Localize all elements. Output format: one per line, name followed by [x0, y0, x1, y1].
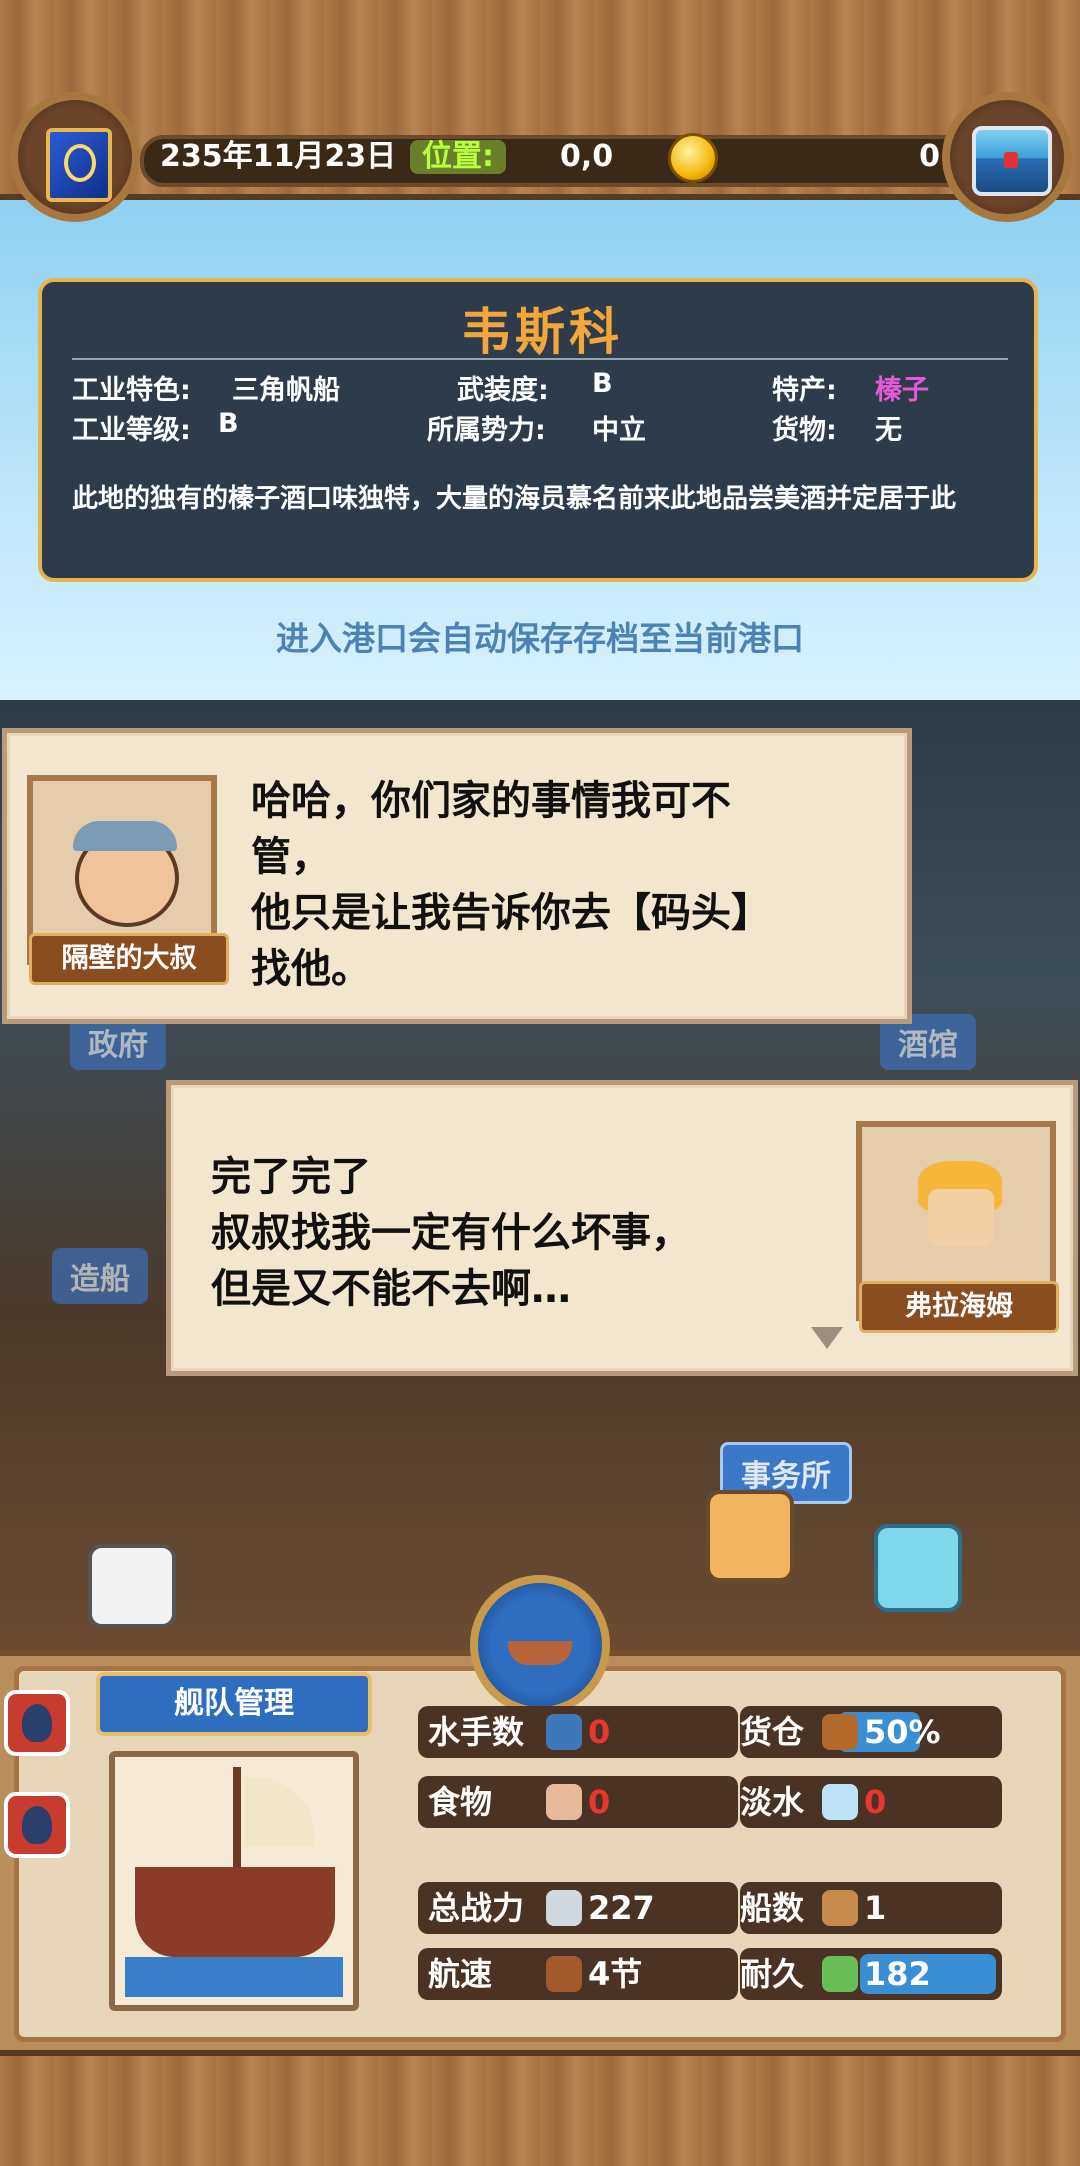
cargo-label: 货物:: [772, 415, 837, 446]
specialty-value: 榛子: [875, 375, 929, 406]
dialog-box-frahaim[interactable]: 完了完了 叔叔找我一定有什么坏事， 但是又不能不去啊… 弗拉海姆: [166, 1080, 1078, 1376]
speaker-nameplate-frahaim: 弗拉海姆: [859, 1281, 1059, 1333]
food-value: 0: [588, 1783, 611, 1821]
book-icon: [46, 128, 112, 202]
cargo-value: 无: [875, 415, 902, 446]
armament-label: 武装度:: [457, 375, 549, 406]
durability-label: 耐久: [740, 1955, 805, 1993]
sail-icon: [245, 1777, 315, 1847]
white-cube-pet[interactable]: [88, 1544, 176, 1628]
industry-feature-value: 三角帆船: [232, 375, 340, 406]
faction-value: 中立: [592, 415, 646, 446]
position-value: 0,0: [560, 139, 614, 174]
speed-stat: 航速 4节: [418, 1948, 738, 2000]
sailboat-icon: [546, 1956, 582, 1992]
sea-wave-icon: [125, 1957, 343, 1997]
hero-face-icon: [928, 1189, 994, 1247]
blue-cat-pet[interactable]: [874, 1524, 962, 1612]
water-value: 0: [864, 1783, 887, 1821]
industry-level-value: B: [218, 408, 239, 439]
cargo-hold-label: 货仓: [740, 1713, 805, 1751]
sailors-stat: 水手数 0: [418, 1706, 738, 1758]
cargo-value: 50%: [864, 1713, 941, 1751]
crew-alert-button[interactable]: [4, 1690, 70, 1756]
cargo-stat: 货仓 50%: [740, 1706, 1002, 1758]
sailors-label: 水手数: [428, 1713, 525, 1751]
position-label: 位置:: [410, 140, 506, 174]
continue-arrow-icon[interactable]: [811, 1327, 843, 1349]
specialty-label: 特产:: [772, 375, 837, 406]
bottom-wood-frame: [0, 2050, 1080, 2166]
ship-count-stat: 船数 1: [740, 1882, 1002, 1934]
wreath-icon: [822, 1956, 858, 1992]
meat-icon: [546, 1784, 582, 1820]
crossed-swords-icon: [546, 1890, 582, 1926]
port-description: 此地的独有的榛子酒口味独特，大量的海员慕名前来此地品尝美酒并定居于此: [72, 484, 957, 514]
ship-illustration[interactable]: [109, 1751, 359, 2011]
gold-coin-icon: [668, 133, 718, 183]
speed-value: 4节: [588, 1955, 643, 1993]
sailor-icon: [546, 1714, 582, 1750]
ship-count-value: 1: [864, 1889, 887, 1927]
sail-button[interactable]: [470, 1575, 610, 1715]
armament-value: B: [592, 368, 613, 399]
speaker-nameplate-neighbor: 隔壁的大叔: [29, 933, 229, 985]
durability-stat: 耐久 182: [740, 1948, 1002, 2000]
industry-level-label: 工业等级:: [72, 415, 191, 446]
dialog-text-frahaim: 完了完了 叔叔找我一定有什么坏事， 但是又不能不去啊…: [211, 1154, 691, 1312]
crate-icon: [822, 1714, 858, 1750]
mast-icon: [233, 1767, 241, 1867]
speed-label: 航速: [428, 1955, 493, 1993]
faction-label: 所属势力:: [427, 415, 546, 446]
water-stat: 淡水 0: [740, 1776, 1002, 1828]
divider: [72, 358, 1008, 360]
port-name: 韦斯科: [461, 303, 623, 361]
shiba-pet[interactable]: [706, 1490, 794, 1582]
logbook-button[interactable]: [10, 92, 140, 222]
port-info-panel: 韦斯科 工业特色: 三角帆船 武装度: B 特产: 榛子 工业等级: B 所属势…: [38, 278, 1038, 582]
ship-hull-icon: [135, 1867, 335, 1957]
dialog-text-neighbor: 哈哈，你们家的事情我可不 管， 他只是让我告诉你去【码头】 找他。: [251, 778, 771, 992]
water-jug-icon: [822, 1784, 858, 1820]
combat-power-value: 227: [588, 1889, 655, 1927]
sailors-value: 0: [588, 1713, 611, 1751]
bandana-icon: [73, 821, 177, 851]
durability-value: 182: [864, 1955, 931, 1993]
captain-alert-button[interactable]: [4, 1792, 70, 1858]
combat-power-stat: 总战力 227: [418, 1882, 738, 1934]
autosave-hint: 进入港口会自动保存存档至当前港口: [276, 619, 804, 658]
game-date: 235年11月23日: [160, 139, 397, 174]
industry-feature-label: 工业特色:: [72, 375, 191, 406]
fleet-management-title[interactable]: 舰队管理: [96, 1672, 372, 1736]
treasure-button[interactable]: [942, 92, 1072, 222]
food-stat: 食物 0: [418, 1776, 738, 1828]
water-label: 淡水: [740, 1783, 805, 1821]
combat-power-label: 总战力: [428, 1889, 525, 1927]
ship-count-label: 船数: [740, 1889, 805, 1927]
treasure-chest-icon: [972, 126, 1052, 196]
dialog-box-neighbor[interactable]: 隔壁的大叔 哈哈，你们家的事情我可不 管， 他只是让我告诉你去【码头】 找他。: [2, 728, 912, 1024]
boat-icon: [508, 1641, 572, 1665]
building-shipyard[interactable]: 造船: [52, 1248, 148, 1304]
food-label: 食物: [428, 1783, 493, 1821]
ship-icon: [822, 1890, 858, 1926]
coin-count: 0: [919, 139, 940, 174]
